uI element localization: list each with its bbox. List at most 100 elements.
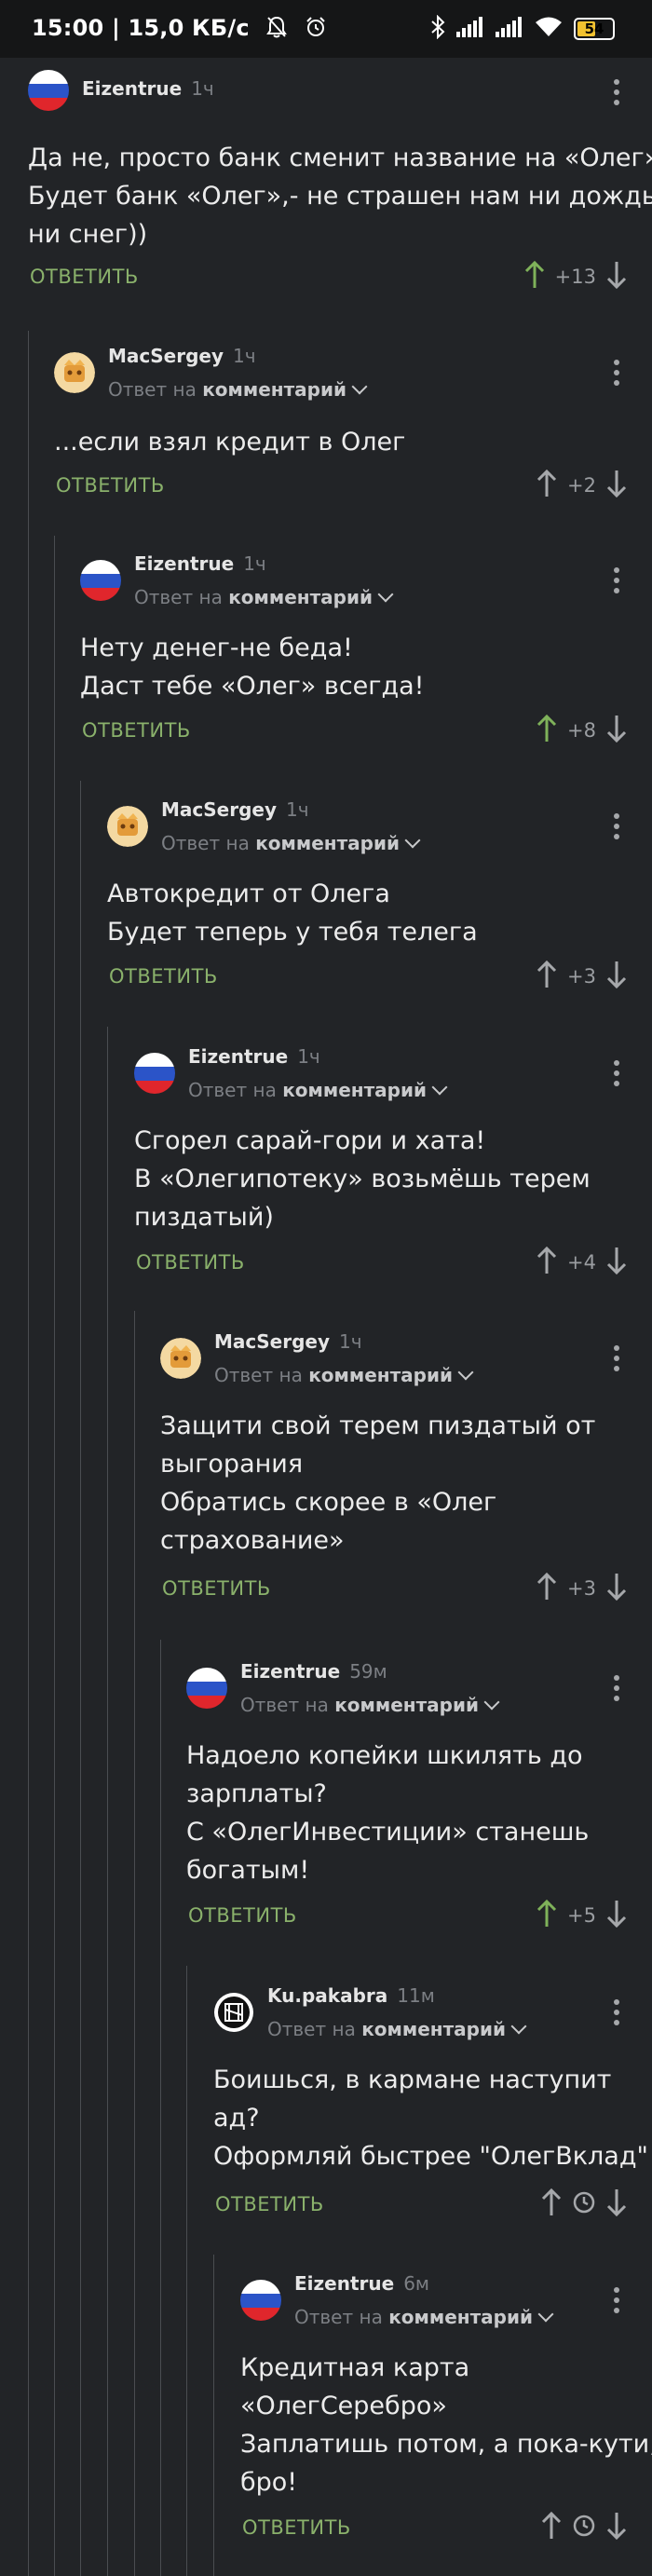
- reply-button[interactable]: ОТВЕТИТЬ: [136, 1251, 245, 1274]
- thread-line: [107, 1027, 108, 2576]
- avatar[interactable]: [80, 560, 121, 601]
- rating: +3: [567, 965, 596, 988]
- more-icon[interactable]: [613, 567, 620, 598]
- upvote-icon[interactable]: [536, 1246, 558, 1279]
- thread-line: [28, 331, 29, 2576]
- comment-text: Боишься, в кармане наступит ад? Оформляй б…: [213, 2065, 648, 2171]
- more-icon[interactable]: [613, 1060, 620, 1091]
- comment-author[interactable]: Eizentrue 59м: [240, 1660, 387, 1683]
- bluetooth-icon: [430, 14, 445, 43]
- reply-button[interactable]: ОТВЕТИТЬ: [162, 1577, 271, 1600]
- rating: +8: [567, 719, 596, 742]
- reply-button[interactable]: ОТВЕТИТЬ: [242, 2516, 351, 2539]
- avatar[interactable]: [107, 806, 148, 847]
- reply-button[interactable]: ОТВЕТИТЬ: [109, 965, 218, 988]
- downvote-icon[interactable]: [605, 2188, 628, 2221]
- vote-controls: +3: [536, 1572, 628, 1605]
- avatar[interactable]: [240, 2280, 281, 2321]
- upvote-icon[interactable]: [536, 714, 558, 747]
- status-left: 15:00 | 15,0 КБ/с: [32, 15, 327, 44]
- avatar[interactable]: [54, 352, 95, 393]
- downvote-icon[interactable]: [605, 260, 628, 293]
- upvote-icon[interactable]: [536, 1899, 558, 1932]
- comment-author[interactable]: MacSergey 1ч: [108, 345, 256, 367]
- downvote-icon[interactable]: [605, 960, 628, 993]
- vote-controls: +5: [536, 1899, 628, 1932]
- reply-to[interactable]: Ответ на комментарий: [267, 2018, 527, 2040]
- rating: +3: [567, 1577, 596, 1600]
- reply-button[interactable]: ОТВЕТИТЬ: [56, 474, 165, 497]
- chevron-down-icon: [483, 1694, 500, 1711]
- upvote-icon[interactable]: [523, 260, 546, 293]
- avatar[interactable]: [186, 1668, 227, 1709]
- upvote-icon[interactable]: [540, 2188, 563, 2221]
- avatar[interactable]: [134, 1053, 175, 1094]
- comment: Eizentrue 6м Ответ на комментарий Кредитн…: [240, 2272, 652, 2570]
- comment-author[interactable]: MacSergey 1ч: [161, 798, 309, 821]
- comment: Eizentrue 1ч Ответ на комментарий Нету де…: [80, 552, 652, 757]
- more-icon[interactable]: [613, 1345, 620, 1376]
- more-icon[interactable]: [613, 79, 620, 110]
- clock-icon: [572, 2514, 596, 2542]
- reply-to[interactable]: Ответ на комментарий: [240, 1694, 500, 1716]
- more-icon[interactable]: [613, 1675, 620, 1706]
- upvote-icon[interactable]: [536, 1572, 558, 1605]
- thread-line: [54, 536, 55, 2576]
- comment: MacSergey 1ч Ответ на комментарий Защити …: [160, 1330, 652, 1619]
- reply-button[interactable]: ОТВЕТИТЬ: [188, 1904, 297, 1927]
- thread-line: [186, 1966, 187, 2576]
- reply-button[interactable]: ОТВЕТИТЬ: [215, 2193, 324, 2215]
- comment-time: 11м: [397, 1984, 435, 2007]
- comment-text: Кредитная карта «ОлегСеребро» Заплатишь по…: [240, 2353, 652, 2497]
- avatar[interactable]: [213, 1992, 254, 2033]
- thread-line: [134, 1311, 135, 2576]
- reply-button[interactable]: ОТВЕТИТЬ: [30, 266, 139, 288]
- status-bar: 15:00 | 15,0 КБ/с 54: [0, 0, 652, 58]
- avatar[interactable]: [160, 1338, 201, 1379]
- reply-to[interactable]: Ответ на комментарий: [161, 832, 421, 854]
- comment-author[interactable]: Eizentrue 1ч: [134, 552, 266, 575]
- more-icon[interactable]: [613, 2287, 620, 2318]
- chevron-down-icon: [510, 2018, 527, 2035]
- upvote-icon[interactable]: [536, 469, 558, 502]
- comment-time: 59м: [349, 1660, 387, 1683]
- comment-text: Защити свой терем пиздатый от выгорания Об…: [160, 1411, 596, 1555]
- battery-level: 54: [584, 20, 604, 37]
- chevron-down-icon: [404, 832, 421, 849]
- status-right: 54: [430, 14, 615, 43]
- comment-author[interactable]: MacSergey 1ч: [214, 1330, 362, 1353]
- upvote-icon[interactable]: [540, 2511, 563, 2544]
- thread-line: [80, 781, 81, 2576]
- downvote-icon[interactable]: [605, 2511, 628, 2544]
- thread-line: [213, 2255, 214, 2576]
- comment: MacSergey 1ч Ответ на комментарий Автокре…: [107, 798, 652, 1003]
- vote-controls: +4: [536, 1246, 628, 1279]
- rating: +4: [567, 1251, 596, 1274]
- comment-author[interactable]: Eizentrue 6м: [294, 2272, 429, 2295]
- downvote-icon[interactable]: [605, 1246, 628, 1279]
- comment: Eizentrue 59м Ответ на комментарий Надоел…: [186, 1660, 652, 1944]
- more-icon[interactable]: [613, 813, 620, 844]
- comment-author[interactable]: Ku.pakabra 11м: [267, 1984, 435, 2007]
- downvote-icon[interactable]: [605, 714, 628, 747]
- upvote-icon[interactable]: [536, 960, 558, 993]
- reply-to[interactable]: Ответ на комментарий: [214, 1364, 474, 1386]
- more-icon[interactable]: [613, 360, 620, 390]
- avatar[interactable]: [28, 70, 69, 111]
- downvote-icon[interactable]: [605, 1572, 628, 1605]
- reply-to[interactable]: Ответ на комментарий: [188, 1079, 448, 1101]
- comment-author[interactable]: Eizentrue 1ч: [82, 77, 214, 100]
- reply-to[interactable]: Ответ на комментарий: [108, 378, 368, 401]
- reply-to[interactable]: Ответ на комментарий: [294, 2306, 554, 2328]
- downvote-icon[interactable]: [605, 469, 628, 502]
- reply-button[interactable]: ОТВЕТИТЬ: [82, 719, 191, 742]
- more-icon[interactable]: [613, 1999, 620, 2030]
- wifi-icon: [535, 16, 563, 42]
- comment-author[interactable]: Eizentrue 1ч: [188, 1045, 320, 1068]
- rating: +13: [554, 266, 596, 288]
- comment-time: 1ч: [233, 345, 256, 367]
- status-time: 15:00 | 15,0 КБ/с: [32, 15, 250, 41]
- reply-to[interactable]: Ответ на комментарий: [134, 586, 394, 608]
- vote-controls: [540, 2188, 628, 2220]
- downvote-icon[interactable]: [605, 1899, 628, 1932]
